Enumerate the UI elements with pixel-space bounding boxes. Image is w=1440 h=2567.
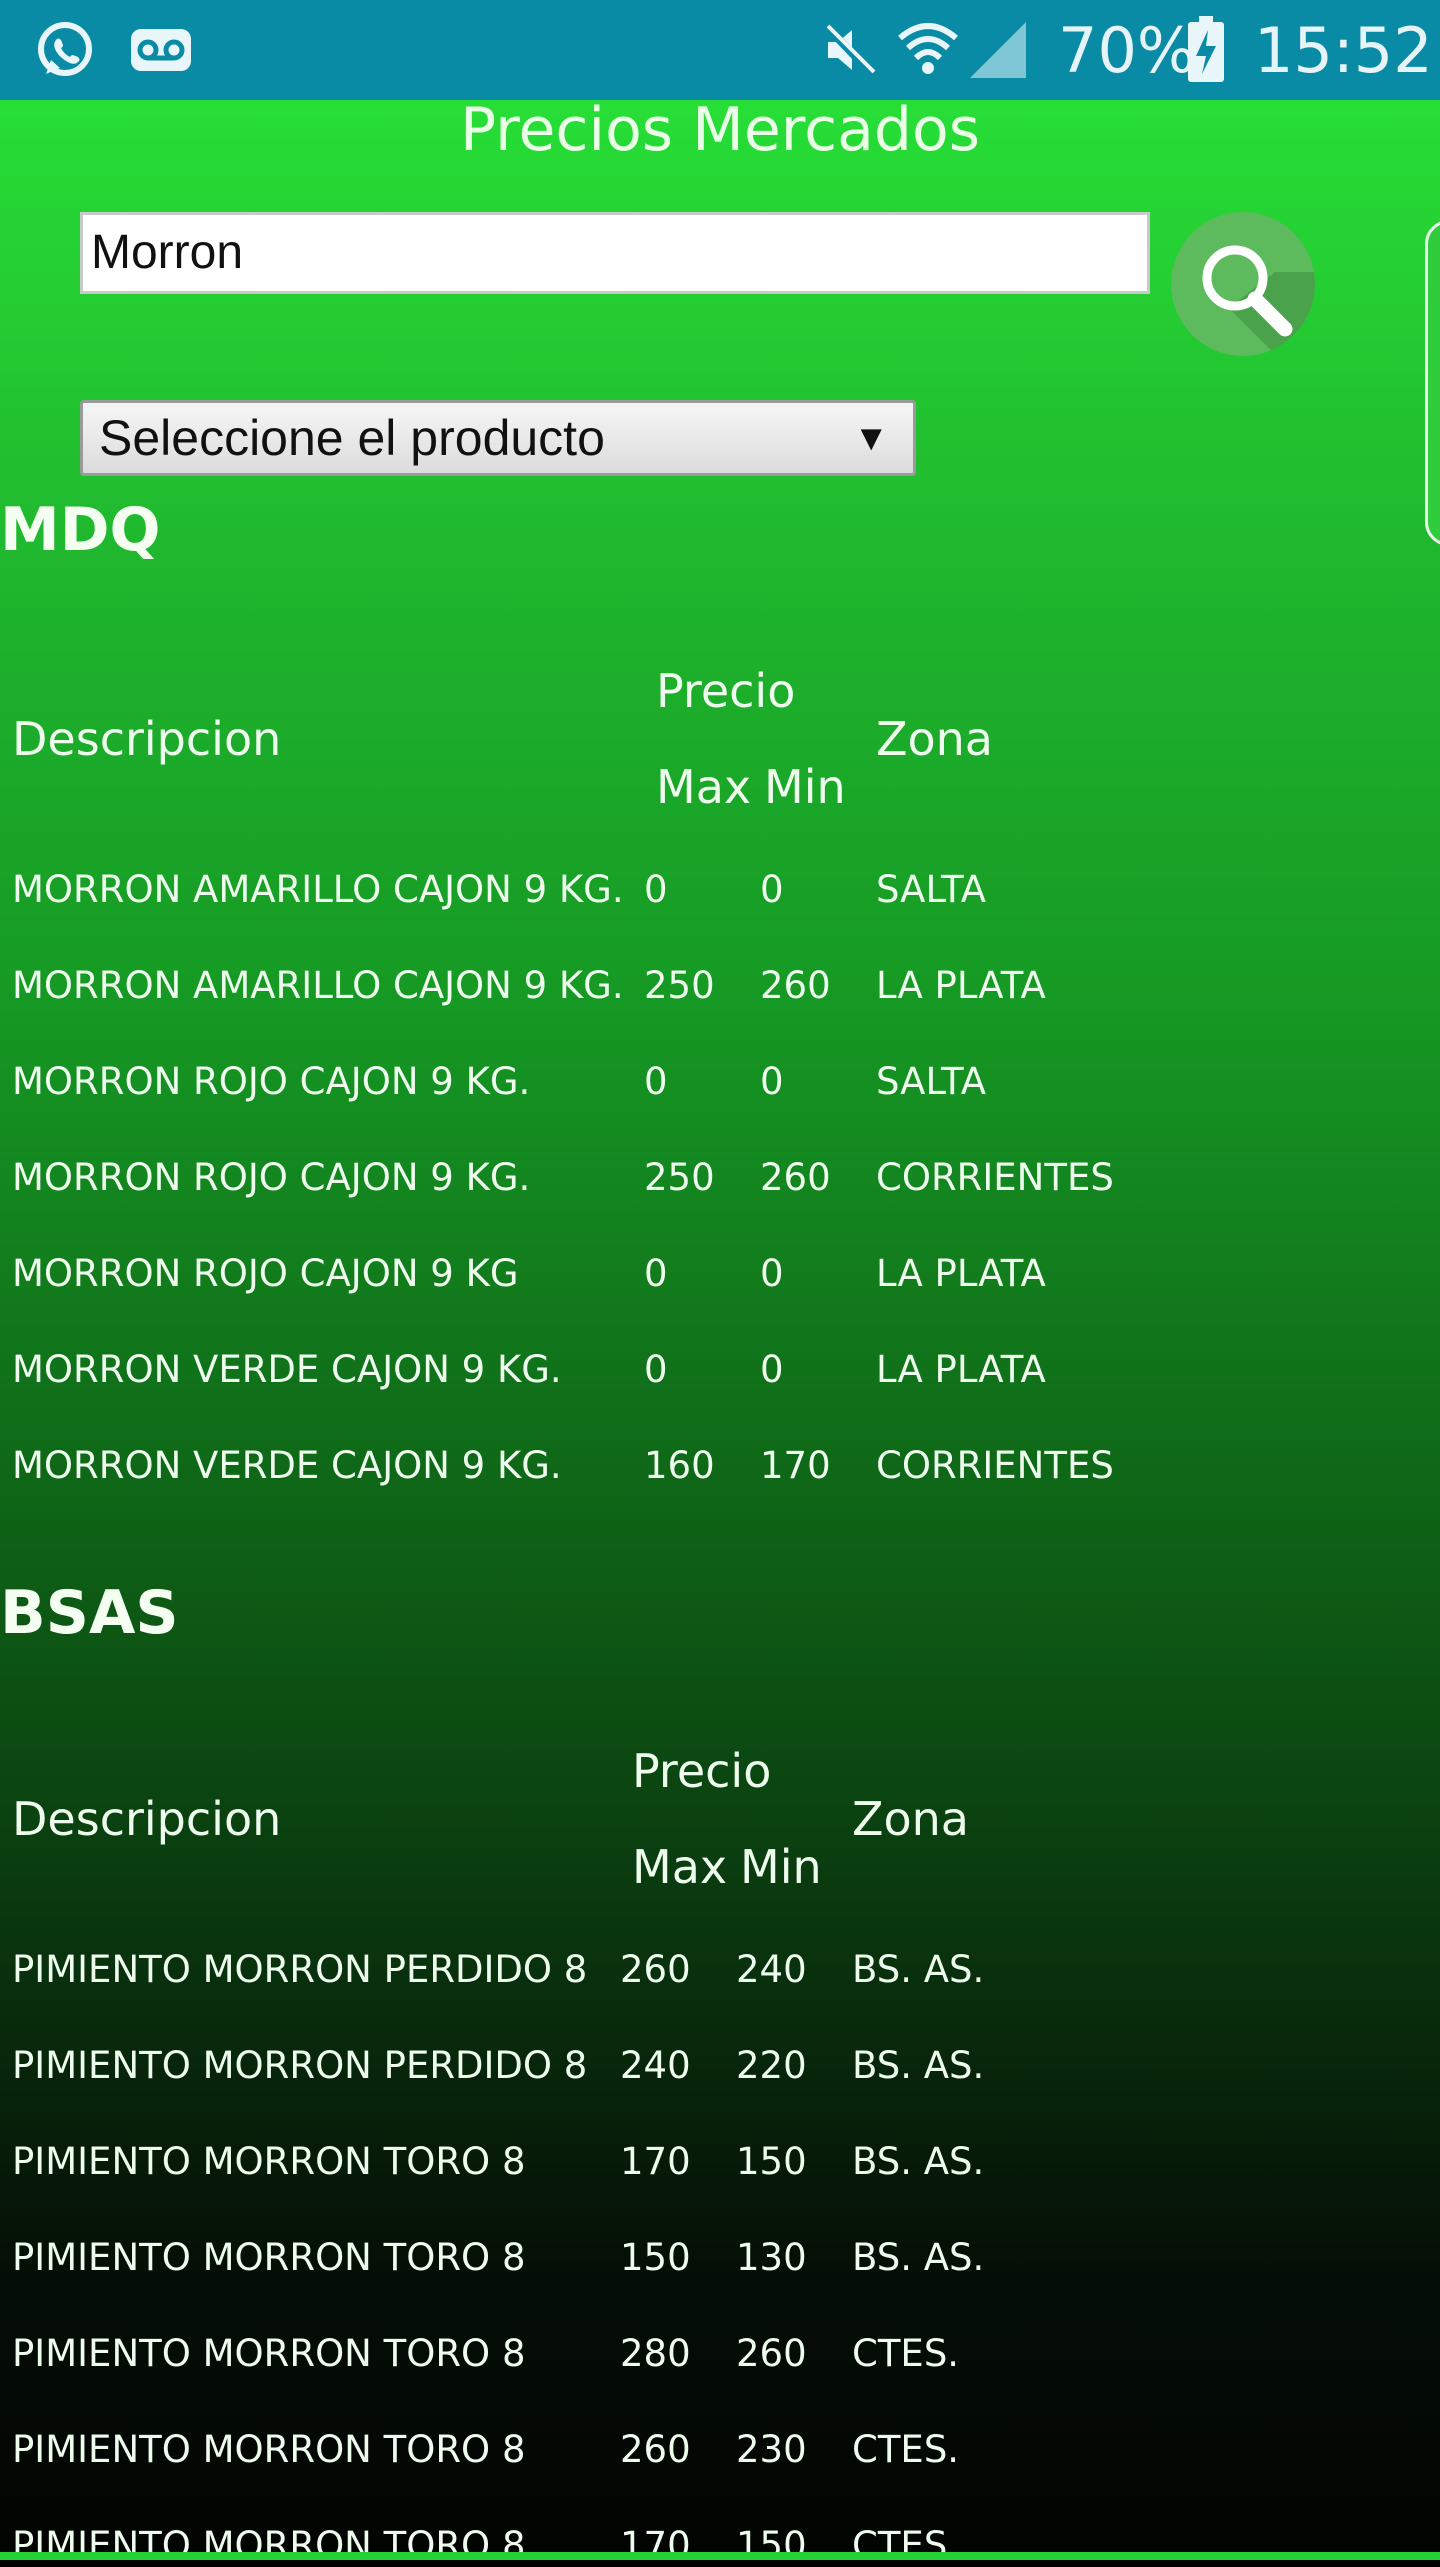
status-bar: 70% 15:52	[0, 0, 1440, 100]
battery-charging-icon	[1188, 16, 1224, 86]
cell-zona: CTES.	[852, 2332, 960, 2375]
cell-zona: BS. AS.	[852, 2044, 985, 2087]
cell-zona: CTES.	[852, 2428, 960, 2471]
cell-min: 170	[760, 1444, 831, 1487]
whatsapp-icon	[32, 18, 98, 88]
cell-zona: BS. AS.	[852, 1948, 985, 1991]
header-zona: Zona	[852, 1792, 969, 1846]
cell-min: 130	[736, 2236, 807, 2279]
cell-zona: CORRIENTES	[876, 1444, 1114, 1487]
cell-min: 0	[760, 1060, 784, 1103]
voicemail-icon	[130, 28, 192, 76]
clock: 15:52	[1254, 14, 1433, 87]
app-content: Precios Mercados Morron Seleccione el pr…	[0, 95, 1440, 2566]
battery-percent: 70%	[1058, 14, 1196, 87]
cell-descripcion: MORRON AMARILLO CAJON 9 KG.	[12, 964, 624, 1007]
cell-zona: BS. AS.	[852, 2236, 985, 2279]
page-title: Precios Mercados	[460, 95, 980, 165]
header-precio: Precio	[656, 664, 796, 718]
cell-descripcion: PIMIENTO MORRON TORO 8	[12, 2236, 526, 2279]
cell-max: 260	[620, 1948, 691, 1991]
header-max: Max	[632, 1840, 728, 1894]
mute-icon	[822, 22, 878, 82]
cell-min: 0	[760, 1348, 784, 1391]
cell-descripcion: MORRON ROJO CAJON 9 KG	[12, 1252, 519, 1295]
cell-min: 150	[736, 2524, 807, 2567]
header-descripcion: Descripcion	[12, 712, 282, 766]
cell-descripcion: MORRON ROJO CAJON 9 KG.	[12, 1156, 531, 1199]
cell-descripcion: PIMIENTO MORRON TORO 8	[12, 2428, 526, 2471]
cell-zona: BS. AS.	[852, 2140, 985, 2183]
cell-descripcion: PIMIENTO MORRON TORO 8	[12, 2524, 526, 2567]
header-min: Min	[764, 760, 846, 814]
cell-max: 160	[644, 1444, 715, 1487]
signal-icon	[968, 20, 1028, 84]
cell-zona: SALTA	[876, 1060, 987, 1103]
cell-max: 0	[644, 1060, 668, 1103]
cell-descripcion: PIMIENTO MORRON TORO 8	[12, 2332, 526, 2375]
cell-max: 170	[620, 2140, 691, 2183]
market-title: BSAS	[0, 1578, 179, 1648]
cell-max: 150	[620, 2236, 691, 2279]
cell-max: 250	[644, 964, 715, 1007]
bottom-edge-bar	[0, 2552, 1440, 2560]
header-min: Min	[740, 1840, 822, 1894]
cell-min: 0	[760, 1252, 784, 1295]
cell-max: 0	[644, 1252, 668, 1295]
cell-descripcion: MORRON VERDE CAJON 9 KG.	[12, 1444, 562, 1487]
search-button[interactable]	[1171, 212, 1315, 356]
cell-descripcion: MORRON AMARILLO CAJON 9 KG.	[12, 868, 624, 911]
cell-descripcion: PIMIENTO MORRON PERDIDO 8	[12, 1948, 588, 1991]
header-precio: Precio	[632, 1744, 772, 1798]
cell-max: 0	[644, 1348, 668, 1391]
product-select-value: Seleccione el producto	[99, 410, 605, 466]
header-max: Max	[656, 760, 752, 814]
search-icon	[1171, 245, 1315, 356]
cell-min: 220	[736, 2044, 807, 2087]
search-input[interactable]: Morron	[80, 212, 1150, 294]
header-zona: Zona	[876, 712, 993, 766]
cell-min: 230	[736, 2428, 807, 2471]
cell-zona: CORRIENTES	[876, 1156, 1114, 1199]
cell-max: 250	[644, 1156, 715, 1199]
cell-max: 240	[620, 2044, 691, 2087]
cell-zona: SALTA	[876, 868, 987, 911]
cell-min: 150	[736, 2140, 807, 2183]
product-select[interactable]: Seleccione el producto ▼	[80, 400, 916, 476]
cell-zona: LA PLATA	[876, 964, 1046, 1007]
cell-min: 260	[760, 964, 831, 1007]
cell-zona: LA PLATA	[876, 1348, 1046, 1391]
cell-min: 260	[736, 2332, 807, 2375]
market-title: MDQ	[0, 495, 161, 565]
cell-zona: CTES.	[852, 2524, 960, 2567]
cell-min: 0	[760, 868, 784, 911]
wifi-icon	[896, 18, 960, 84]
side-drawer-handle[interactable]	[1425, 220, 1440, 546]
cell-zona: LA PLATA	[876, 1252, 1046, 1295]
header-descripcion: Descripcion	[12, 1792, 282, 1846]
cell-descripcion: MORRON VERDE CAJON 9 KG.	[12, 1348, 562, 1391]
cell-min: 240	[736, 1948, 807, 1991]
cell-descripcion: PIMIENTO MORRON TORO 8	[12, 2140, 526, 2183]
cell-max: 170	[620, 2524, 691, 2567]
cell-min: 260	[760, 1156, 831, 1199]
cell-descripcion: MORRON ROJO CAJON 9 KG.	[12, 1060, 531, 1103]
cell-max: 260	[620, 2428, 691, 2471]
chevron-down-icon: ▼	[853, 417, 889, 458]
cell-max: 0	[644, 868, 668, 911]
cell-max: 280	[620, 2332, 691, 2375]
cell-descripcion: PIMIENTO MORRON PERDIDO 8	[12, 2044, 588, 2087]
